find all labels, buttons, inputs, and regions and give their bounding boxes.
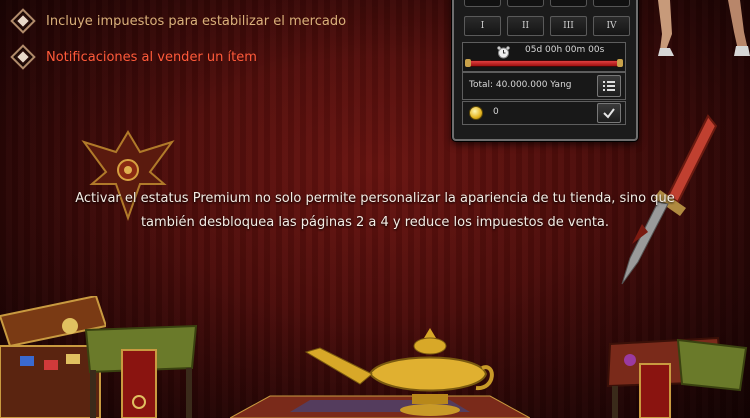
list-icon <box>603 81 615 91</box>
magic-lamp-decoration <box>304 328 494 416</box>
total-yang-row: Total: 40.000.000 Yang <box>462 72 626 100</box>
feature-item-notifications: Notificaciones al vender un ítem <box>8 42 346 72</box>
coin-row: 0 <box>462 101 626 125</box>
feature-item-taxes: Incluye impuestos para estabilizar el me… <box>8 6 346 36</box>
item-slot[interactable] <box>464 0 501 7</box>
timer-text: 05d 00h 00m 00s <box>525 45 605 55</box>
item-slots-row <box>464 0 630 7</box>
page-tab-4[interactable]: IV <box>593 16 630 36</box>
feature-label: Notificaciones al vender un ítem <box>46 49 257 65</box>
character-legs-decoration <box>658 0 750 56</box>
feature-label: Incluye impuestos para estabilizar el me… <box>46 13 347 29</box>
diamond-bullet-icon <box>14 48 32 66</box>
page-tab-1[interactable]: I <box>464 16 501 36</box>
market-stand-right-decoration <box>606 336 748 418</box>
premium-timer: 05d 00h 00m 00s <box>462 42 626 72</box>
alarm-clock-icon <box>497 46 510 59</box>
coin-amount: 0 <box>493 107 499 117</box>
item-slot[interactable] <box>550 0 587 7</box>
page-tabs: I II III IV <box>464 16 630 36</box>
item-slot[interactable] <box>507 0 544 7</box>
premium-description: Activar el estatus Premium no solo permi… <box>75 191 675 230</box>
item-list-button[interactable] <box>597 75 621 97</box>
page-tab-3[interactable]: III <box>550 16 587 36</box>
feature-list: Incluye impuestos para estabilizar el me… <box>8 6 346 78</box>
timer-progress-bar <box>465 59 623 67</box>
market-stand-left-decoration <box>84 324 198 418</box>
diamond-bullet-icon <box>14 12 32 30</box>
coin-icon <box>469 106 483 120</box>
item-slot[interactable] <box>593 0 630 7</box>
total-yang-text: Total: 40.000.000 Yang <box>469 80 572 90</box>
page-tab-2[interactable]: II <box>507 16 544 36</box>
